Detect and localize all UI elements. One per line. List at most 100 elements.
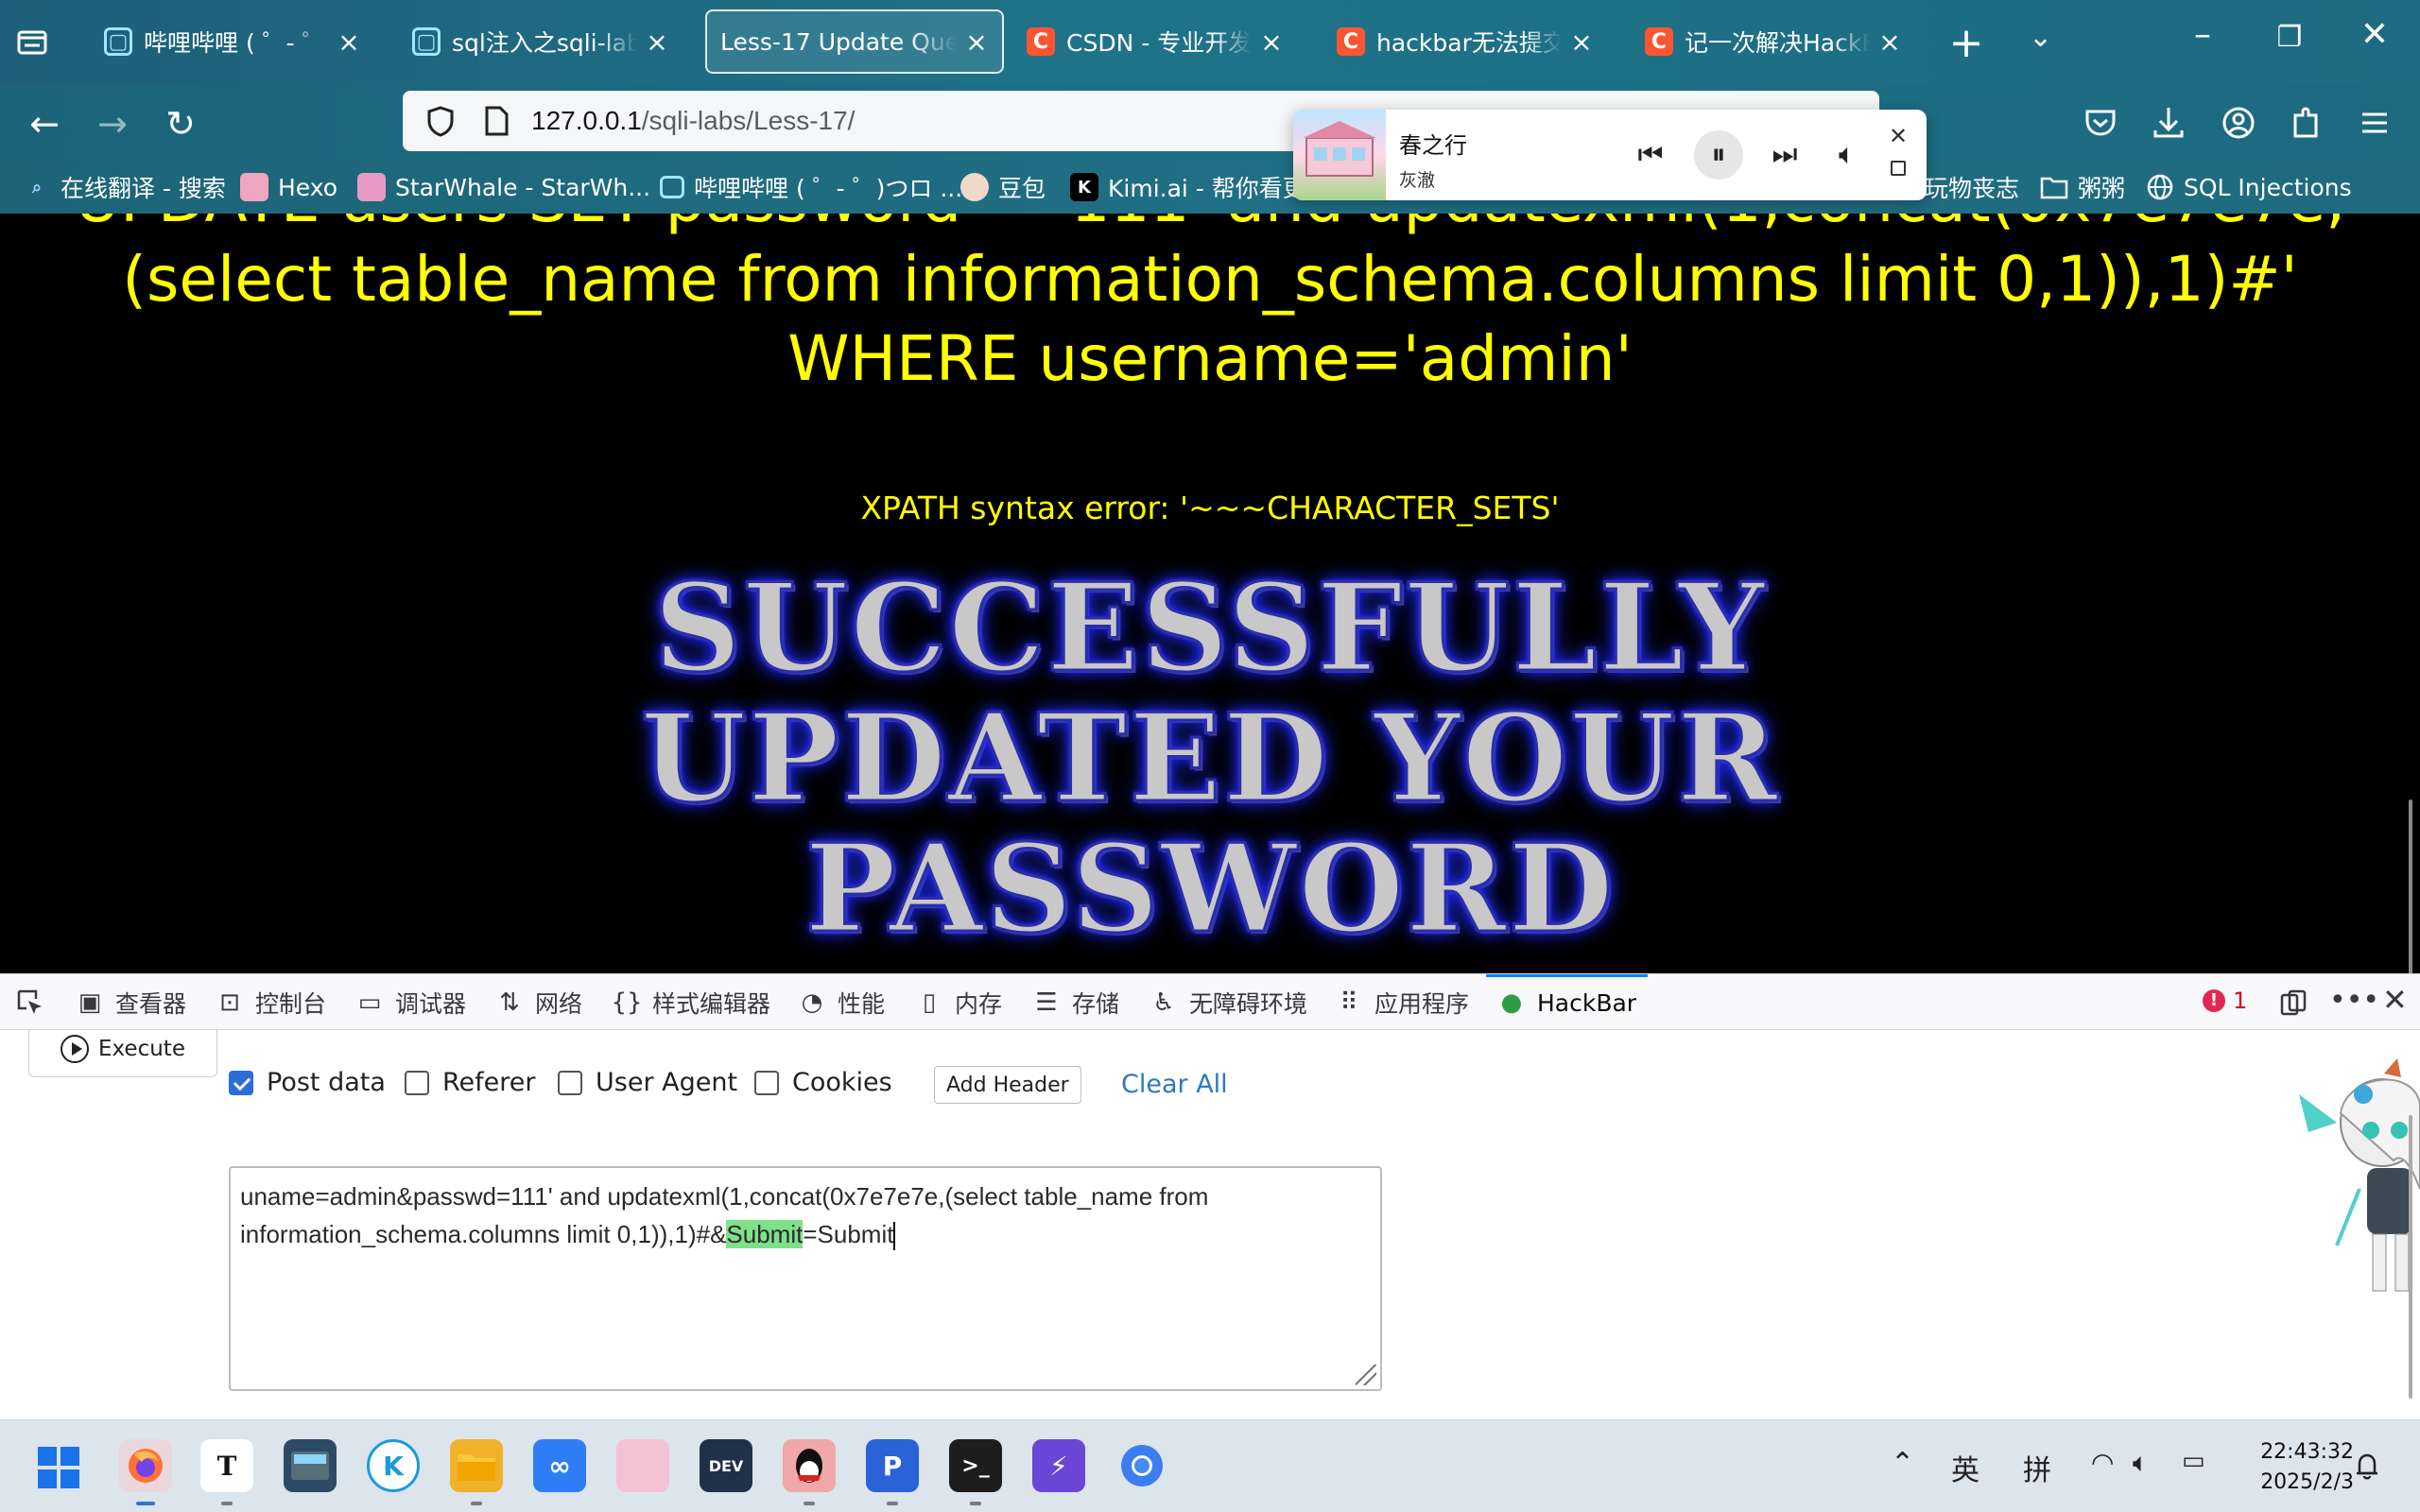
tab-hackbar-fix[interactable]: C 记一次解决HackBar ×: [1632, 9, 1915, 74]
close-tab-icon[interactable]: ×: [1877, 26, 1902, 58]
song-artist: 灰澈: [1399, 170, 1436, 191]
user-agent-checkbox[interactable]: User Agent: [558, 1068, 737, 1097]
bookmark-doubao[interactable]: 豆包: [960, 168, 1046, 206]
notification-bell-icon[interactable]: [2350, 1449, 2384, 1483]
reload-button[interactable]: ↻: [157, 100, 204, 147]
post-data-checkbox[interactable]: Post data: [229, 1068, 386, 1097]
checkbox-checked[interactable]: [229, 1070, 253, 1095]
tab-hackbar-post[interactable]: C hackbar无法提交post ×: [1323, 9, 1607, 74]
close-tab-icon[interactable]: ×: [645, 26, 669, 58]
bookmark-starwhale[interactable]: StarWhale - StarWh...: [357, 168, 650, 206]
post-data-textarea[interactable]: uname=admin&passwd=111' and updatexml(1,…: [229, 1166, 1382, 1391]
devtools-tab-hackbar[interactable]: ● HackBar: [1485, 974, 1649, 1031]
volume-icon[interactable]: 🔈︎: [2133, 1447, 2149, 1479]
page-info-icon[interactable]: [482, 105, 510, 137]
hamburger-menu-icon[interactable]: [2354, 102, 2395, 144]
qq-app-icon[interactable]: [783, 1439, 836, 1505]
devtools-tab-performance[interactable]: ◔ 性能: [798, 974, 885, 1031]
tab-bilibili[interactable]: ▢ 哔哩哔哩 ( ゜- ゜)つロ 干杯 ×: [91, 9, 374, 74]
start-button-windows-icon[interactable]: [36, 1445, 81, 1490]
forward-button[interactable]: →: [89, 100, 136, 147]
bookmark-kimi[interactable]: K Kimi.ai - 帮你看更: [1070, 168, 1306, 206]
kugou-app-icon[interactable]: K: [367, 1439, 420, 1492]
system-clock[interactable]: 22:43:32 2025/2/3: [2250, 1437, 2354, 1498]
bookmark-folder-wanwu[interactable]: 玩物丧志: [1925, 168, 2019, 206]
element-picker-icon[interactable]: [15, 988, 45, 1018]
execute-button[interactable]: Execute: [28, 1030, 217, 1077]
next-track-icon[interactable]: ⏭: [1760, 130, 1809, 180]
account-icon[interactable]: [2218, 102, 2259, 144]
close-tab-icon[interactable]: ×: [964, 26, 989, 58]
bookmark-folder-zhouzhou[interactable]: 粥粥: [2040, 168, 2125, 206]
expand-icon[interactable]: [1891, 161, 1906, 176]
devtools-tab-debugger[interactable]: ▭ 调试器: [355, 974, 466, 1031]
cookies-checkbox[interactable]: Cookies: [754, 1068, 892, 1097]
close-tab-icon[interactable]: ×: [1259, 26, 1284, 58]
tray-overflow-chevron-icon[interactable]: ⌃: [1891, 1447, 1914, 1480]
responsive-design-icon[interactable]: [2278, 988, 2308, 1018]
volume-icon[interactable]: 🔈︎: [1823, 130, 1872, 180]
back-button[interactable]: ←: [21, 100, 68, 147]
close-tab-icon[interactable]: ×: [337, 26, 361, 58]
checkbox-unchecked[interactable]: [754, 1070, 779, 1095]
new-tab-button[interactable]: +: [1947, 19, 1985, 67]
firefox-app-icon[interactable]: [119, 1439, 172, 1505]
devtools-tab-network[interactable]: ⇅ 网络: [495, 974, 582, 1031]
dev-cpp-icon[interactable]: DEV: [700, 1439, 752, 1492]
wifi-icon[interactable]: ◠: [2091, 1447, 2114, 1478]
tab-list-button[interactable]: [13, 23, 64, 64]
anime-app-icon[interactable]: [616, 1439, 669, 1492]
referer-checkbox[interactable]: Referer: [405, 1068, 536, 1097]
ime-mode-indicator[interactable]: 拼: [2023, 1447, 2051, 1488]
close-tab-icon[interactable]: ×: [1569, 26, 1594, 58]
pycharm-p-app-icon[interactable]: P: [866, 1439, 919, 1505]
tab-csdn[interactable]: C CSDN - 专业开发者社区 ×: [1013, 9, 1297, 74]
devtools-tab-console[interactable]: ⊡ 控制台: [216, 974, 326, 1031]
chrome-app-icon[interactable]: [1115, 1439, 1168, 1492]
terminal-app-icon[interactable]: >_: [949, 1439, 1002, 1505]
tracking-shield-icon[interactable]: [424, 104, 458, 138]
close-window-button[interactable]: ✕: [2346, 15, 2403, 54]
devtools-tab-memory[interactable]: ▯ 内存: [915, 974, 1002, 1031]
url-path: /sqli-labs/Less-17/: [641, 106, 856, 135]
add-header-button[interactable]: Add Header: [934, 1066, 1081, 1104]
bolt-app-icon[interactable]: ⚡︎: [1032, 1439, 1085, 1492]
error-count-badge[interactable]: ! 1: [2203, 988, 2247, 1014]
typora-app-icon[interactable]: T: [200, 1439, 253, 1505]
devtools-tab-application[interactable]: ⠿ 应用程序: [1335, 974, 1469, 1031]
restore-button[interactable]: ❐: [2261, 21, 2318, 54]
tab-sqli-series[interactable]: ▢ sql注入之sqli-labs系列 ×: [399, 9, 683, 74]
bookmark-bilibili[interactable]: 哔哩哔哩 ( ゜- ゜)つロ ...: [660, 168, 962, 206]
file-explorer-icon[interactable]: [450, 1439, 503, 1505]
battery-icon[interactable]: ▭: [2182, 1447, 2205, 1475]
devtools-tab-inspector[interactable]: ▣ 查看器: [76, 974, 186, 1031]
close-icon[interactable]: ✕: [1889, 123, 1908, 149]
previous-track-icon[interactable]: ⏮: [1626, 130, 1675, 180]
pocket-icon[interactable]: [2080, 102, 2121, 144]
devtools-tab-storage[interactable]: ☰ 存储: [1032, 974, 1119, 1031]
downloads-icon[interactable]: [2148, 102, 2189, 144]
checkbox-unchecked[interactable]: [405, 1070, 429, 1095]
pause-icon[interactable]: ⏸: [1694, 130, 1743, 180]
ime-language-indicator[interactable]: 英: [1951, 1447, 1979, 1488]
checkbox-unchecked[interactable]: [558, 1070, 582, 1095]
list-all-tabs-chevron-icon[interactable]: ⌄: [2029, 21, 2052, 54]
bookmark-hexo[interactable]: Hexo: [240, 168, 337, 206]
resize-handle[interactable]: [1356, 1365, 1376, 1385]
more-options-icon[interactable]: •••: [2329, 984, 2379, 1017]
hackbar-scrollbar[interactable]: [2409, 1115, 2412, 1399]
tab-less17[interactable]: Less-17 Update Query ×: [705, 9, 1004, 74]
minimize-button[interactable]: –: [2174, 15, 2231, 54]
bookmark-translate[interactable]: ⌕ 在线翻译 - 搜索: [23, 168, 226, 206]
devtools-tab-label: HackBar: [1537, 988, 1637, 1017]
keyboard-app-icon[interactable]: [284, 1439, 337, 1492]
close-devtools-icon[interactable]: ✕: [2382, 982, 2408, 1018]
page-scrollbar[interactable]: [2409, 799, 2412, 973]
extensions-icon[interactable]: [2286, 102, 2327, 144]
meeting-app-icon[interactable]: ∞: [533, 1439, 586, 1492]
clear-all-link[interactable]: Clear All: [1121, 1070, 1228, 1099]
devtools-tab-style-editor[interactable]: {} 样式编辑器: [611, 974, 770, 1031]
bookmark-sql-injections[interactable]: SQL Injections: [2146, 168, 2352, 206]
devtools-tab-label: 应用程序: [1374, 990, 1470, 1018]
devtools-tab-accessibility[interactable]: ♿︎ 无障碍环境: [1150, 974, 1307, 1031]
